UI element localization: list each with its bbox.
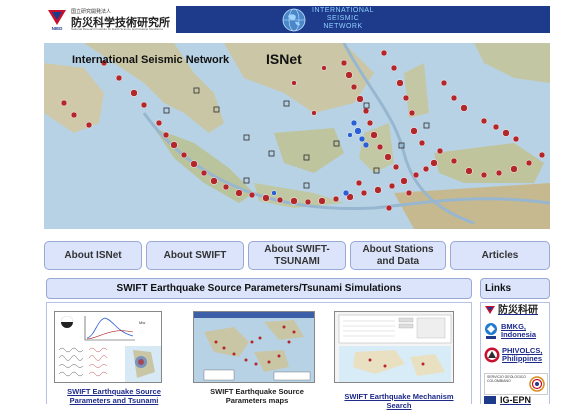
nav-about-swift[interactable]: About SWIFT bbox=[146, 241, 244, 270]
nav-about-swift-tsunami[interactable]: About SWIFT-TSUNAMI bbox=[248, 241, 346, 270]
swift-mechanism-search-thumbnail[interactable] bbox=[334, 311, 454, 383]
swift-section-title: SWIFT Earthquake Source Parameters/Tsuna… bbox=[46, 278, 472, 299]
map-image bbox=[44, 43, 550, 229]
swift-mechanism-search-image bbox=[335, 312, 453, 382]
site-header: NIED 国立研究開発法人 防災科学技術研究所 National Researc… bbox=[44, 6, 550, 33]
seismicity-map-banner: International Seismic Network ISNet bbox=[44, 43, 550, 229]
nav-about-stations-data[interactable]: About Stations and Data bbox=[350, 241, 446, 270]
swift-source-parameters-image: Mw bbox=[55, 312, 161, 382]
link-phivolcs-label: PHIVOLCS, Philippines bbox=[502, 346, 543, 363]
link-nied-label: 防災科研 bbox=[498, 304, 538, 316]
globe-icon bbox=[282, 8, 306, 32]
phivolcs-logo-icon bbox=[484, 347, 500, 363]
isn-logo-text[interactable]: INTERNATIONAL SEISMIC NETWORK bbox=[312, 7, 374, 31]
link-phivolcs[interactable]: PHIVOLCS, Philippines bbox=[484, 347, 552, 363]
nav-articles[interactable]: Articles bbox=[450, 241, 550, 270]
swift-maps-image bbox=[194, 312, 314, 382]
igepn-logo-icon bbox=[484, 396, 496, 404]
banner-isnet: ISNet bbox=[266, 51, 302, 67]
bmkg-logo-icon bbox=[485, 323, 497, 339]
nied-logo-block[interactable]: NIED 国立研究開発法人 防災科学技術研究所 National Researc… bbox=[44, 6, 176, 33]
sgc-logo: SERVICIO GEOLOGICO COLOMBIANO bbox=[484, 373, 548, 395]
nav-about-isnet[interactable]: About ISNet bbox=[44, 241, 142, 270]
link-bmkg[interactable]: BMKG, Indonesia bbox=[484, 322, 547, 340]
nav-about-stations-data-label: About Stations and Data bbox=[362, 243, 434, 267]
sgc-logo-text: SERVICIO GEOLOGICO COLOMBIANO bbox=[487, 375, 527, 383]
nied-name-en: National Research Institute for Earth Sc… bbox=[71, 27, 164, 31]
link-igepn[interactable]: IG-EPN bbox=[484, 395, 532, 405]
swift-maps-caption[interactable]: SWIFT Earthquake Source Parameters maps bbox=[196, 387, 318, 405]
isn-line-3: NETWORK bbox=[323, 23, 363, 30]
svg-text:Mw: Mw bbox=[139, 320, 145, 325]
nied-logo-icon: NIED bbox=[46, 8, 68, 31]
sgc-spiral-icon bbox=[529, 376, 545, 392]
link-sgc[interactable]: SERVICIO GEOLOGICO COLOMBIANO bbox=[484, 373, 548, 395]
links-section-title: Links bbox=[480, 278, 550, 299]
link-nied[interactable]: 防災科研 bbox=[484, 305, 538, 316]
swift-source-parameters-thumbnail[interactable]: Mw bbox=[54, 311, 162, 383]
nied-logo-text: NIED bbox=[52, 26, 64, 31]
banner-title: International Seismic Network bbox=[72, 54, 230, 66]
link-bmkg-label: BMKG, Indonesia bbox=[501, 322, 537, 339]
isn-line-2: SEISMIC bbox=[326, 15, 360, 22]
swift-source-parameters-link[interactable]: SWIFT Earthquake Source Parameters and T… bbox=[54, 387, 174, 405]
link-igepn-label: IG-EPN bbox=[500, 395, 532, 405]
swift-maps-thumbnail[interactable] bbox=[193, 311, 315, 383]
nav-about-swift-tsunami-label: About SWIFT-TSUNAMI bbox=[264, 243, 330, 267]
nied-link-icon bbox=[485, 306, 495, 314]
isn-line-1: INTERNATIONAL bbox=[312, 7, 374, 14]
swift-mechanism-search-link[interactable]: SWIFT Earthquake Mechanism Search bbox=[344, 392, 454, 410]
